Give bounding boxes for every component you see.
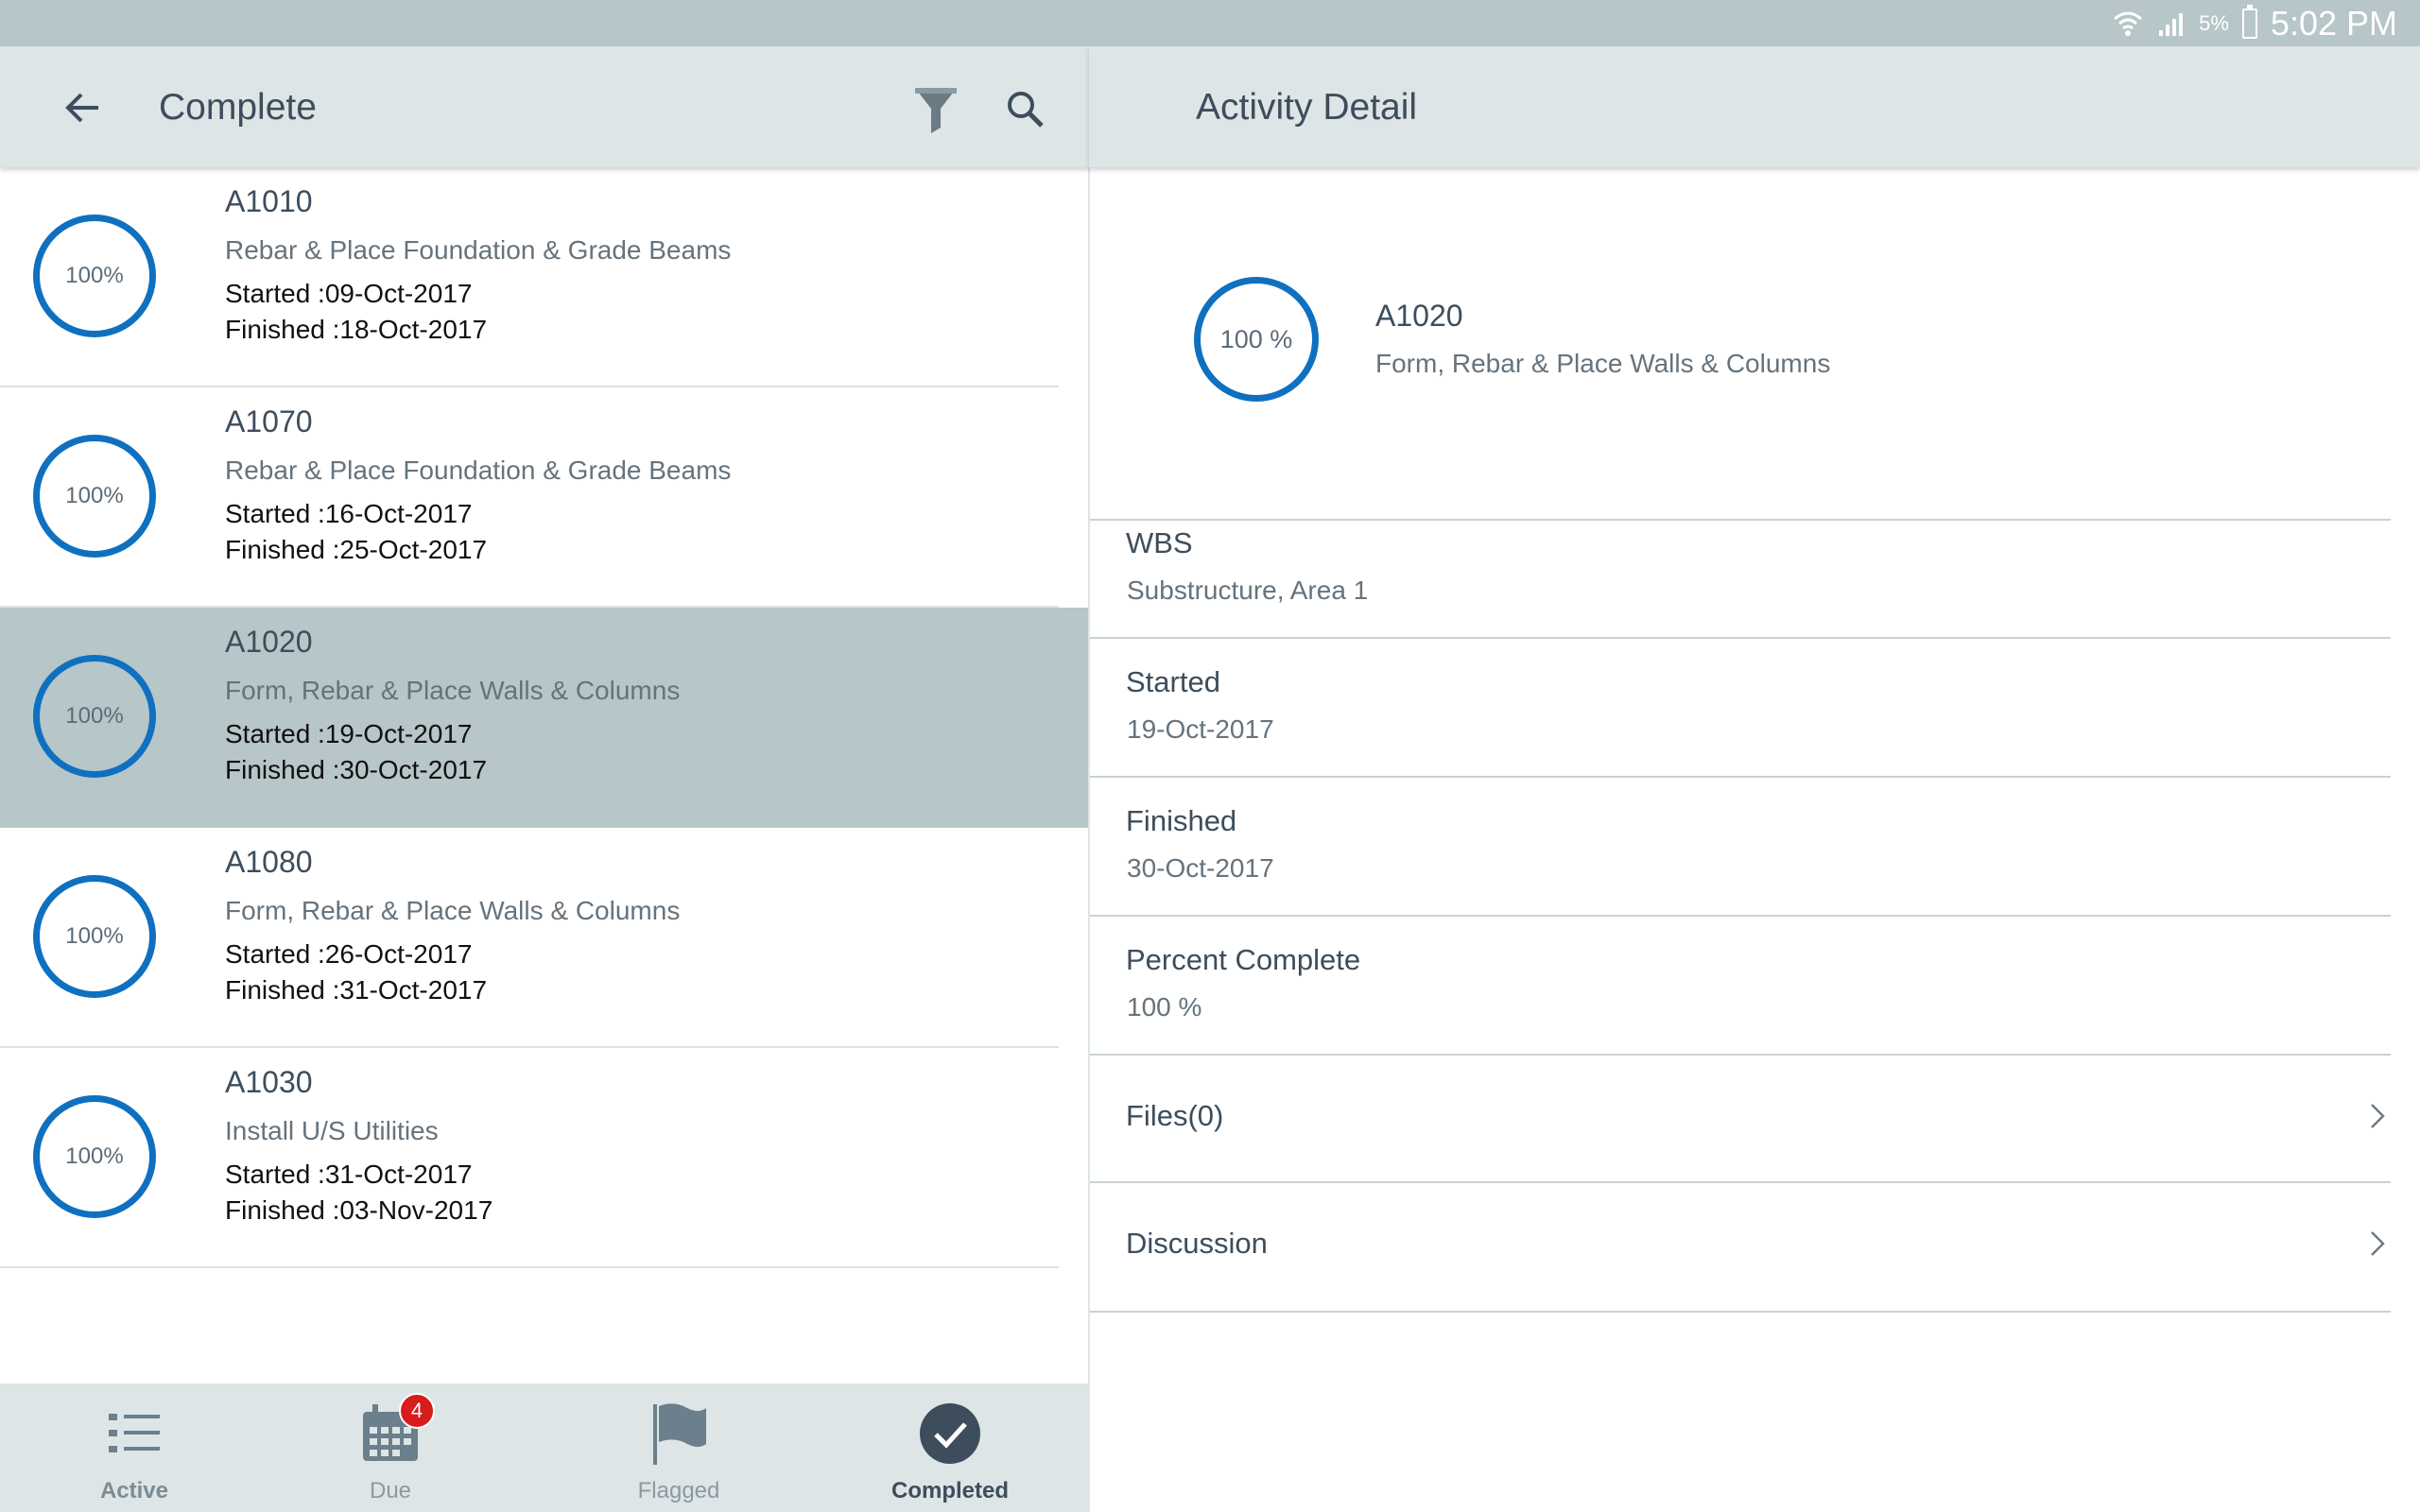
progress-ring: 100% xyxy=(33,1095,156,1218)
files-label: Files(0) xyxy=(1126,1099,1224,1132)
bottom-navigation: Active 4 Due Flagged Completed xyxy=(0,1383,1089,1512)
signal-icon xyxy=(2159,12,2184,36)
detail-progress-percent: 100 % xyxy=(1219,324,1293,353)
activity-description: Rebar & Place Foundation & Grade Beams xyxy=(225,235,732,265)
wbs-field xyxy=(1090,519,2391,521)
activity-code: A1070 xyxy=(225,404,313,438)
due-count-badge: 4 xyxy=(399,1393,435,1429)
checkmark-circle-icon xyxy=(917,1400,983,1467)
battery-percent: 5% xyxy=(2199,10,2229,35)
back-arrow-icon xyxy=(65,93,98,123)
percent-complete-label: Percent Complete xyxy=(1126,943,1361,976)
activity-started: Started :26-Oct-2017 xyxy=(225,939,473,969)
progress-percent: 100% xyxy=(65,263,124,288)
detail-progress-ring: 100 % xyxy=(1194,277,1319,402)
progress-percent: 100% xyxy=(65,703,124,729)
finished-value: 30-Oct-2017 xyxy=(1127,853,1274,883)
discussion-row[interactable]: Discussion xyxy=(1090,1185,2391,1313)
finished-label: Finished xyxy=(1126,804,1237,837)
activity-description: Install U/S Utilities xyxy=(225,1116,439,1145)
activity-finished: Finished :31-Oct-2017 xyxy=(225,975,488,1005)
activity-code: A1030 xyxy=(225,1065,313,1099)
search-icon xyxy=(1008,92,1044,128)
activity-code: A1080 xyxy=(225,845,313,879)
nav-due-label: Due xyxy=(369,1478,412,1503)
list-app-bar: Complete xyxy=(0,46,1089,167)
wifi-icon xyxy=(2114,11,2143,36)
list-item[interactable]: 100% A1030 Install U/S Utilities Started… xyxy=(0,1048,1059,1268)
chevron-right-icon xyxy=(2371,1231,2385,1256)
status-bar: 5% 5:02 PM xyxy=(0,0,2420,46)
list-icon xyxy=(101,1400,167,1467)
activity-code: A1010 xyxy=(225,184,313,218)
activity-description: Form, Rebar & Place Walls & Columns xyxy=(225,896,681,925)
progress-ring: 100% xyxy=(33,655,156,778)
progress-ring: 100% xyxy=(33,435,156,558)
activity-list: 100% A1010 Rebar & Place Foundation & Gr… xyxy=(0,167,1089,1383)
status-icons: 5% 5:02 PM xyxy=(2112,0,2397,46)
page-title: Complete xyxy=(159,87,317,128)
percent-complete-value: 100 % xyxy=(1127,992,1202,1022)
activity-description: Rebar & Place Foundation & Grade Beams xyxy=(225,455,732,485)
activity-code: A1020 xyxy=(225,625,313,659)
calendar-icon: 4 xyxy=(357,1393,435,1467)
detail-activity-code: A1020 xyxy=(1375,299,1463,333)
files-row[interactable]: Files(0) xyxy=(1090,1056,2391,1183)
search-button[interactable] xyxy=(1002,86,1051,135)
discussion-label: Discussion xyxy=(1126,1227,1268,1260)
divider xyxy=(1090,637,2391,639)
progress-percent: 100% xyxy=(65,923,124,949)
activity-started: Started :31-Oct-2017 xyxy=(225,1160,473,1189)
activity-started: Started :19-Oct-2017 xyxy=(225,719,473,748)
activity-finished: Finished :25-Oct-2017 xyxy=(225,535,488,564)
wbs-value: Substructure, Area 1 xyxy=(1127,576,1369,605)
nav-due[interactable]: 4 Due xyxy=(334,1383,447,1512)
flag-icon xyxy=(646,1400,712,1467)
activity-finished: Finished :18-Oct-2017 xyxy=(225,315,488,344)
filter-icon xyxy=(915,88,957,133)
detail-activity-description: Form, Rebar & Place Walls & Columns xyxy=(1375,349,1831,378)
started-value: 19-Oct-2017 xyxy=(1127,714,1274,744)
started-label: Started xyxy=(1126,665,1220,698)
divider xyxy=(1090,776,2391,778)
progress-percent: 100% xyxy=(65,1143,124,1169)
battery-icon xyxy=(2241,4,2257,39)
activity-description: Form, Rebar & Place Walls & Columns xyxy=(225,676,681,705)
detail-title: Activity Detail xyxy=(1196,87,1418,128)
list-item[interactable]: 100% A1010 Rebar & Place Foundation & Gr… xyxy=(0,167,1059,387)
nav-flagged-label: Flagged xyxy=(637,1478,720,1503)
wbs-label: WBS xyxy=(1126,526,1193,559)
activity-detail-pane: 100 % A1020 Form, Rebar & Place Walls & … xyxy=(1090,167,2420,1512)
progress-ring: 100% xyxy=(33,215,156,337)
list-item[interactable]: 100% A1070 Rebar & Place Foundation & Gr… xyxy=(0,387,1059,608)
divider xyxy=(1090,915,2391,917)
nav-flagged[interactable]: Flagged xyxy=(622,1383,735,1512)
nav-completed[interactable]: Completed xyxy=(879,1383,1021,1512)
detail-app-bar: Activity Detail xyxy=(1089,46,2420,167)
filter-button[interactable] xyxy=(909,84,962,135)
activity-started: Started :09-Oct-2017 xyxy=(225,279,473,308)
progress-percent: 100% xyxy=(65,483,124,508)
activity-finished: Finished :03-Nov-2017 xyxy=(225,1195,493,1225)
activity-started: Started :16-Oct-2017 xyxy=(225,499,473,528)
back-button[interactable] xyxy=(57,84,110,131)
nav-active[interactable]: Active xyxy=(68,1383,200,1512)
list-item-selected[interactable]: 100% A1020 Form, Rebar & Place Walls & C… xyxy=(0,608,1089,828)
progress-ring: 100% xyxy=(33,875,156,998)
nav-active-label: Active xyxy=(99,1478,169,1503)
nav-completed-label: Completed xyxy=(890,1478,1009,1503)
list-item[interactable]: 100% A1080 Form, Rebar & Place Walls & C… xyxy=(0,828,1059,1048)
activity-finished: Finished :30-Oct-2017 xyxy=(225,755,488,784)
clock: 5:02 PM xyxy=(2270,3,2397,43)
chevron-right-icon xyxy=(2371,1104,2385,1128)
